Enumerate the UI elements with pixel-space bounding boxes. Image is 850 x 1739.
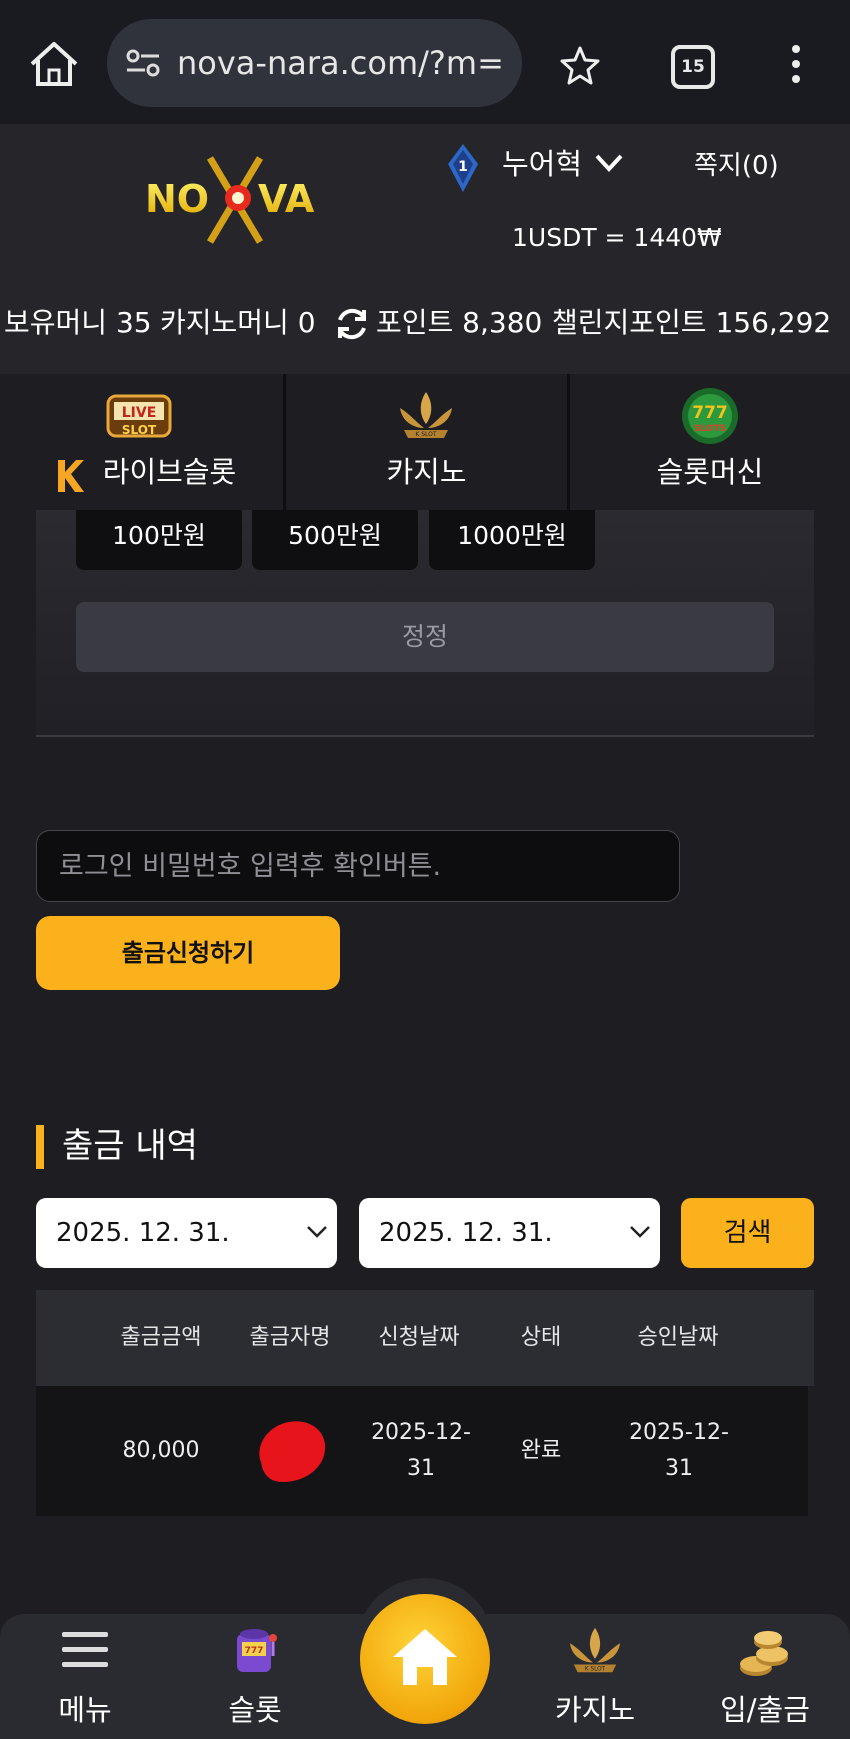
name-cell-redacted	[251, 1386, 331, 1516]
date-from-value: 2025. 12. 31.	[56, 1218, 230, 1248]
star-icon[interactable]	[558, 44, 602, 88]
reset-button[interactable]: 정정	[76, 602, 774, 672]
chevron-down-icon	[307, 1226, 327, 1238]
slot-machine-icon: 777	[237, 1629, 277, 1672]
column-header: 출금자명	[249, 1325, 331, 1350]
k-slot-icon: K SLOT	[569, 1627, 621, 1672]
refresh-icon[interactable]	[334, 306, 370, 342]
table-header: 출금금액 출금자명 신청날짜 상태 승인날짜	[36, 1290, 814, 1386]
svg-text:VA: VA	[258, 177, 315, 221]
tab-count-button[interactable]: 15	[671, 45, 715, 89]
live-slot-icon: LIVE SLOT	[106, 394, 172, 438]
site-settings-icon[interactable]	[125, 47, 161, 79]
svg-text:NO: NO	[145, 177, 209, 221]
svg-text:777: 777	[692, 403, 728, 423]
section-title: 출금 내역	[62, 1126, 198, 1166]
nav-label: 입/출금	[720, 1693, 810, 1727]
tab-label: 슬롯머신	[656, 455, 764, 489]
svg-text:777: 777	[245, 1646, 264, 1656]
amount-button-500[interactable]: 500만원	[252, 510, 418, 570]
date-to-select[interactable]: 2025. 12. 31.	[359, 1198, 660, 1268]
k-slot-icon: K SLOT	[400, 392, 452, 438]
points: 포인트 8,380	[376, 306, 543, 339]
nav-label: 카지노	[554, 1693, 636, 1727]
column-header: 상태	[520, 1325, 562, 1350]
requested-date-cell: 2025-12-31	[371, 1420, 471, 1481]
column-header: 신청날짜	[378, 1325, 460, 1350]
nav-deposit-withdraw[interactable]: 입/출금	[700, 1614, 830, 1739]
browser-toolbar: nova-nara.com/?m= 15	[0, 0, 850, 124]
address-bar[interactable]: nova-nara.com/?m=	[107, 19, 522, 107]
coins-icon	[740, 1631, 788, 1676]
nova-logo[interactable]: NO VA	[140, 150, 330, 250]
url-text: nova-nara.com/?m=	[177, 44, 504, 82]
nav-label: 슬롯	[228, 1693, 282, 1727]
nav-menu[interactable]: 메뉴	[20, 1614, 150, 1739]
nav-casino[interactable]: K SLOT 카지노	[530, 1614, 660, 1739]
balance-money: 보유머니 35	[4, 306, 152, 339]
home-icon[interactable]	[28, 40, 80, 88]
home-icon	[393, 1629, 457, 1685]
username[interactable]: 누어혁	[502, 142, 582, 186]
date-to-value: 2025. 12. 31.	[379, 1218, 553, 1248]
challenge-points: 챌린지포인트 156,292	[552, 306, 832, 339]
redaction-scribble	[259, 1421, 326, 1482]
status-cell: 완료	[520, 1438, 562, 1463]
exchange-rate: 1USDT = 1440₩	[512, 223, 722, 252]
column-header: 승인날짜	[637, 1325, 719, 1350]
tab-slot-machine[interactable]: 777 SLOTS 슬롯머신	[570, 374, 850, 510]
search-button[interactable]: 검색	[681, 1198, 814, 1268]
approved-date-cell: 2025-12-31	[629, 1420, 729, 1481]
menu-icon	[62, 1632, 108, 1667]
home-button[interactable]	[360, 1594, 490, 1724]
chevron-down-icon[interactable]	[594, 152, 624, 174]
svg-text:SLOTS: SLOTS	[694, 424, 726, 434]
balance-bar: 보유머니 35 카지노머니 0 포인트 8,380 챌린지포인트 156,292	[0, 298, 850, 350]
nav-slot[interactable]: 777 슬롯	[190, 1614, 320, 1739]
category-tabs: LIVE SLOT 라이브슬롯 K SLOT 카지노 777 SLOTS 슬롯머신	[0, 374, 850, 510]
svg-text:1: 1	[458, 159, 468, 175]
column-header: 출금금액	[120, 1325, 202, 1350]
date-from-select[interactable]: 2025. 12. 31.	[36, 1198, 337, 1268]
messages-link[interactable]: 쪽지(0)	[694, 146, 779, 186]
amount-cell: 80,000	[122, 1438, 200, 1463]
table-row: 80,000 2025-12-31 완료 2025-12-31	[36, 1386, 808, 1516]
section-accent-bar	[36, 1125, 44, 1169]
svg-text:SLOT: SLOT	[122, 423, 157, 437]
rank-badge-icon: 1	[448, 144, 478, 192]
amount-button-100[interactable]: 100만원	[76, 510, 242, 570]
chevron-down-icon	[630, 1226, 650, 1238]
tab-live-slot[interactable]: LIVE SLOT 라이브슬롯	[0, 374, 283, 510]
password-input[interactable]	[36, 830, 680, 902]
more-vert-icon[interactable]	[788, 44, 804, 84]
777-slots-icon: 777SLOTS	[682, 388, 738, 444]
nav-label: 메뉴	[58, 1693, 112, 1727]
amount-button-1000[interactable]: 1000만원	[429, 510, 595, 570]
casino-money: 카지노머니 0	[160, 306, 316, 339]
tab-casino[interactable]: K SLOT 카지노	[286, 374, 567, 510]
withdraw-request-button[interactable]: 출금신청하기	[36, 916, 340, 990]
tab-label: 라이브슬롯	[102, 455, 237, 489]
svg-text:K SLOT: K SLOT	[415, 431, 437, 438]
svg-text:LIVE: LIVE	[122, 405, 157, 421]
tab-label: 카지노	[386, 455, 467, 489]
svg-text:K SLOT: K SLOT	[585, 1666, 606, 1672]
